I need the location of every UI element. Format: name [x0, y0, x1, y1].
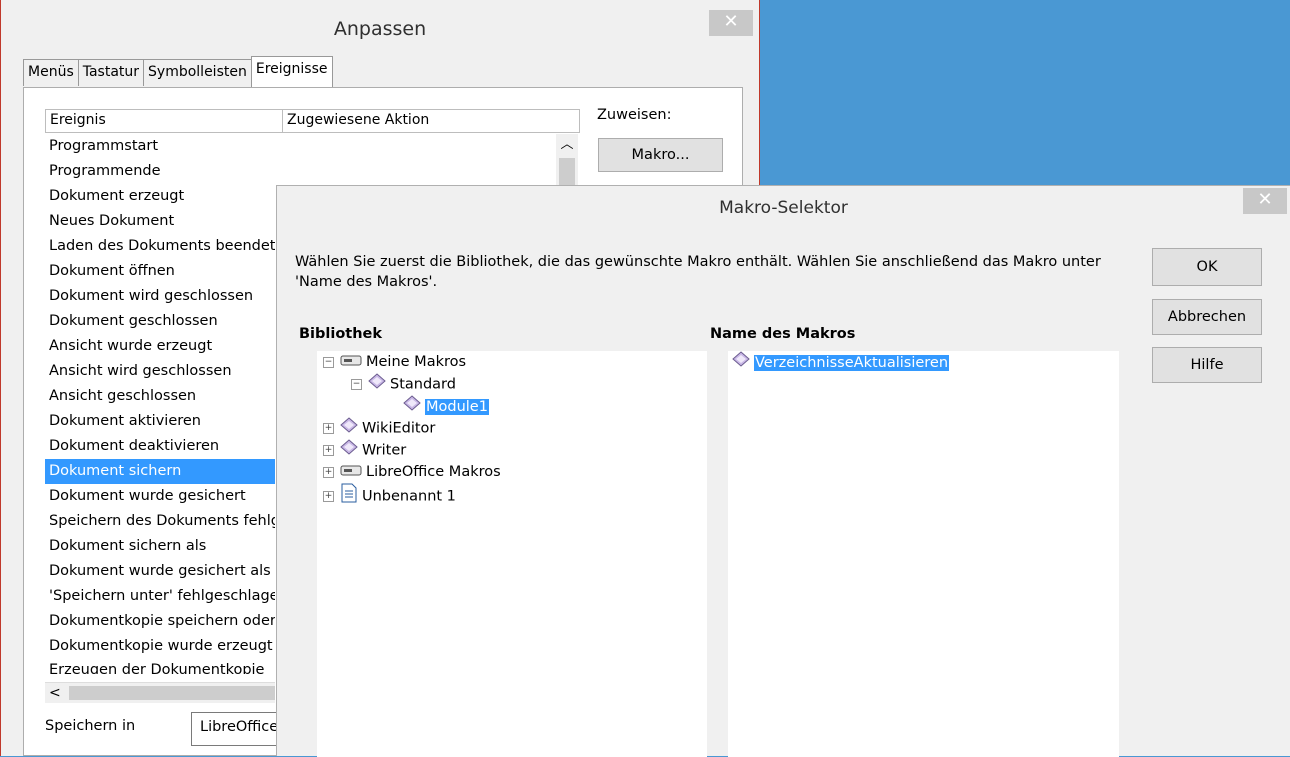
close-icon[interactable]: ✕	[709, 10, 753, 36]
tree-node-wikieditor[interactable]: + WikiEditor	[323, 417, 435, 439]
column-header-assigned-action[interactable]: Zugewiesene Aktion	[283, 110, 433, 132]
list-item[interactable]: Dokument wird geschlossen	[45, 284, 275, 309]
ok-button[interactable]: OK	[1152, 248, 1262, 286]
events-vertical-scrollbar[interactable]: ︿	[556, 134, 578, 186]
list-item[interactable]: Programmende	[45, 159, 275, 184]
list-item[interactable]: Laden des Dokuments beendet	[45, 234, 275, 259]
module-icon	[403, 395, 421, 418]
collapse-icon[interactable]: −	[351, 379, 362, 390]
assign-label: Zuweisen:	[597, 107, 672, 123]
scroll-left-icon[interactable]: <	[49, 683, 61, 703]
close-icon[interactable]: ✕	[1243, 188, 1287, 214]
tab-bar: Menüs Tastatur Symbolleisten Ereignisse	[23, 56, 333, 88]
list-item[interactable]: Dokumentkopie speichern oder exportieren	[45, 609, 275, 634]
tree-label: WikiEditor	[362, 420, 436, 437]
list-item[interactable]: Erzeugen der Dokumentkopie	[45, 659, 275, 674]
tab-toolbars[interactable]: Symbolleisten	[143, 59, 252, 86]
tab-events[interactable]: Ereignisse	[250, 56, 333, 88]
library-label: Bibliothek	[299, 326, 383, 342]
expand-icon[interactable]: +	[323, 491, 334, 502]
tree-node-module1[interactable]: Module1	[403, 395, 489, 417]
tree-label: LibreOffice Makros	[366, 464, 501, 480]
list-item[interactable]: 'Speichern unter' fehlgeschlagen	[45, 584, 275, 609]
customize-title: Anpassen	[333, 18, 427, 40]
cancel-button[interactable]: Abbrechen	[1152, 299, 1262, 335]
library-icon	[340, 417, 358, 440]
document-icon	[340, 483, 358, 510]
drawer-icon	[340, 461, 362, 483]
list-item[interactable]: Programmstart	[45, 134, 275, 159]
list-item[interactable]: Dokument sichern als	[45, 534, 275, 559]
list-item-selected[interactable]: Dokument sichern	[45, 459, 275, 484]
list-item[interactable]: Dokument erzeugt	[45, 184, 275, 209]
library-tree[interactable]: − Meine Makros − Standard Module1 + WikiEdi…	[317, 351, 707, 757]
tree-label: Standard	[390, 376, 456, 393]
macro-names-list[interactable]: VerzeichnisseAktualisieren	[728, 351, 1119, 757]
list-item[interactable]: Dokument geschlossen	[45, 309, 275, 334]
list-item[interactable]: Dokument deaktivieren	[45, 434, 275, 459]
list-item[interactable]: Neues Dokument	[45, 209, 275, 234]
save-in-select[interactable]: LibreOffice	[191, 712, 281, 746]
list-item[interactable]: Ansicht geschlossen	[45, 384, 275, 409]
scroll-thumb[interactable]	[69, 686, 275, 700]
customize-titlebar: Anpassen ✕	[1, 0, 759, 52]
expand-icon[interactable]: +	[323, 466, 334, 478]
library-icon	[340, 439, 358, 462]
tree-label: Unbenannt 1	[362, 488, 456, 505]
tree-label-selected: Module1	[425, 398, 489, 415]
column-header-event[interactable]: Ereignis	[46, 110, 283, 132]
list-item[interactable]: Dokumentkopie wurde erzeugt	[45, 634, 275, 659]
macro-selector-dialog: Makro-Selektor ✕ Wählen Sie zuerst die B…	[276, 185, 1290, 757]
list-item[interactable]: Speichern des Dokuments fehlgeschlagen	[45, 509, 275, 534]
tree-label: Writer	[362, 442, 407, 459]
list-item[interactable]: Dokument aktivieren	[45, 409, 275, 434]
list-item-label-selected: VerzeichnisseAktualisieren	[754, 354, 950, 371]
macro-selector-title: Makro-Selektor	[719, 198, 848, 218]
list-item[interactable]: VerzeichnisseAktualisieren	[732, 351, 950, 374]
events-horizontal-scrollbar[interactable]: <	[45, 682, 275, 703]
scroll-thumb[interactable]	[559, 158, 575, 186]
tree-node-my-macros[interactable]: − Meine Makros	[323, 351, 466, 373]
macro-icon	[732, 351, 750, 374]
library-icon	[368, 373, 386, 396]
expand-icon[interactable]: +	[323, 445, 334, 456]
tree-node-libreoffice-macros[interactable]: + LibreOffice Makros	[323, 461, 501, 483]
tree-node-untitled[interactable]: + Unbenannt 1	[323, 483, 456, 505]
scroll-up-icon[interactable]: ︿	[556, 134, 578, 156]
tree-node-standard[interactable]: − Standard	[351, 373, 456, 395]
help-button[interactable]: Hilfe	[1152, 347, 1262, 383]
tree-node-writer[interactable]: + Writer	[323, 439, 406, 461]
drawer-icon	[340, 351, 362, 373]
list-item[interactable]: Dokument öffnen	[45, 259, 275, 284]
macro-selector-description: Wählen Sie zuerst die Bibliothek, die da…	[295, 254, 1101, 290]
tab-keyboard[interactable]: Tastatur	[77, 59, 145, 86]
macro-button[interactable]: Makro...	[598, 138, 723, 172]
tab-menus[interactable]: Menüs	[23, 59, 79, 86]
macro-name-label: Name des Makros	[710, 326, 856, 342]
events-list-header: Ereignis Zugewiesene Aktion	[45, 109, 580, 133]
list-item[interactable]: Ansicht wird geschlossen	[45, 359, 275, 384]
collapse-icon[interactable]: −	[323, 356, 334, 368]
expand-icon[interactable]: +	[323, 423, 334, 434]
list-item[interactable]: Dokument wurde gesichert	[45, 484, 275, 509]
events-list: Programmstart Programmende Dokument erze…	[45, 134, 275, 674]
list-item[interactable]: Dokument wurde gesichert als	[45, 559, 275, 584]
list-item[interactable]: Ansicht wurde erzeugt	[45, 334, 275, 359]
tree-label: Meine Makros	[366, 354, 467, 370]
save-in-label: Speichern in	[45, 718, 136, 734]
